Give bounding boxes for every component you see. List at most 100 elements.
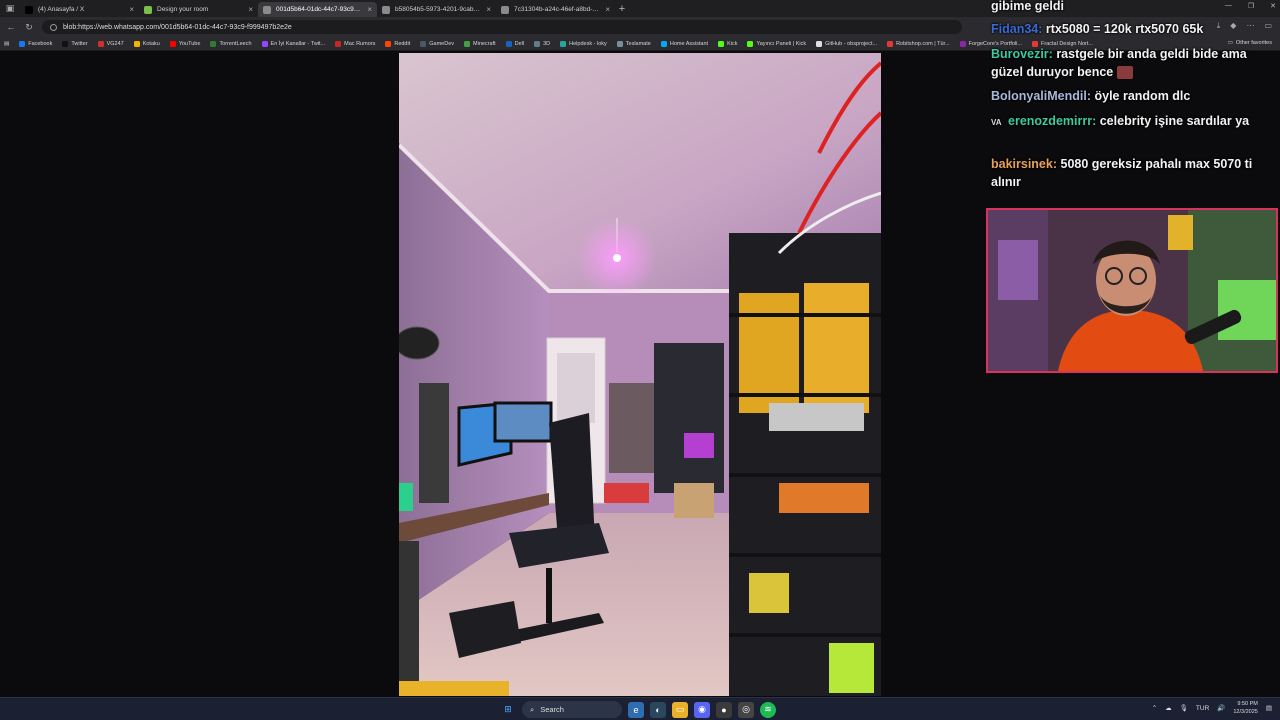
bookmark-favicon-icon	[210, 40, 217, 47]
tray-overflow-icon[interactable]: ⌃	[1152, 704, 1157, 712]
bookmark-label: TorrentLeech	[219, 40, 252, 47]
notifications-icon[interactable]: ▤	[1266, 704, 1272, 712]
new-tab-button[interactable]: +	[615, 3, 629, 15]
bookmark-item[interactable]: Robitshop.com | Tür...	[887, 40, 950, 47]
tab-title: 001d5b64-01dc-44c7-93c9-f9994...	[276, 6, 362, 13]
bookmark-label: Minecraft	[473, 40, 496, 47]
bookmark-item[interactable]: GitHub - obsproject...	[816, 40, 878, 47]
chrome-icon[interactable]: ◎	[738, 701, 754, 718]
discord-icon[interactable]: ◉	[694, 701, 710, 718]
x-logo-icon	[25, 5, 33, 14]
tab-title: Design your room	[157, 6, 209, 13]
bookmark-favicon-icon	[616, 40, 623, 47]
bookmark-label: Twitter	[71, 40, 88, 47]
bookmark-item[interactable]: Reddit	[385, 40, 410, 47]
close-tab-icon[interactable]: ×	[605, 5, 610, 14]
spotify-icon[interactable]: ≋	[760, 701, 776, 718]
volume-icon[interactable]: 🔊	[1217, 704, 1225, 712]
taskbar-search[interactable]: ⌕ Search	[522, 701, 622, 718]
bookmark-favicon-icon	[959, 40, 966, 47]
bookmark-label: Home Assistant	[669, 40, 709, 47]
bookmark-favicon-icon	[133, 40, 140, 47]
bookmark-item[interactable]: TorrentLeech	[210, 40, 252, 47]
bookmark-favicon-icon	[385, 40, 392, 47]
tab-title: (4) Anasayfa / X	[38, 6, 85, 13]
bookmark-favicon-icon	[560, 40, 567, 47]
design-app-icon	[144, 5, 152, 14]
bookmark-item[interactable]: Mac Rumors	[335, 40, 375, 47]
bookmark-item[interactable]: Facebook	[19, 40, 52, 47]
chat-message: Fidan34: rtx5080 = 120k rtx5070 65k	[991, 22, 1204, 36]
bookmark-item[interactable]: Kick	[718, 40, 738, 47]
chat-message: gibime geldi	[991, 0, 1064, 13]
bookmark-label: Teslamate	[625, 40, 651, 47]
bookmark-item[interactable]: VG247	[97, 40, 124, 47]
bookmark-favicon-icon	[169, 40, 176, 47]
url-field[interactable]: blob:https://web.whatsapp.com/001d5b64-0…	[42, 20, 962, 34]
language-indicator[interactable]: TUR	[1196, 705, 1209, 712]
browser-tab[interactable]: 7c31304b-a24c-46ef-a8bd-134f... ×	[496, 2, 615, 17]
chat-message: BolonyaliMendil: öyle random dlc	[991, 89, 1191, 103]
tab-title: 7c31304b-a24c-46ef-a8bd-134f...	[514, 6, 600, 13]
start-icon[interactable]: ⊞	[500, 702, 516, 718]
bookmark-label: Kick	[727, 40, 738, 47]
room-photo-illustration	[399, 53, 881, 696]
webcam-illustration	[988, 210, 1276, 371]
bookmark-item[interactable]: Teslamate	[616, 40, 651, 47]
bookmark-item[interactable]: Kotaku	[133, 40, 160, 47]
bookmark-item[interactable]: Helpdesk - loky	[560, 40, 607, 47]
tab-list: (4) Anasayfa / X × Design your room × 001d5b…	[20, 0, 615, 17]
steam-icon[interactable]: ◐	[650, 701, 666, 718]
back-icon[interactable]: ←	[6, 22, 16, 32]
onedrive-icon[interactable]: ☁	[1165, 704, 1172, 712]
bookmark-item[interactable]: En İyi Kanallar - Twit...	[261, 40, 326, 47]
globe-icon	[382, 5, 390, 14]
close-tab-icon[interactable]: ×	[248, 5, 253, 14]
tab-actions-icon[interactable]: ▣	[0, 0, 20, 17]
bookmark-label: GameDev	[429, 40, 455, 47]
bookmark-favicon-icon	[534, 40, 541, 47]
obs-icon[interactable]: ●	[716, 701, 732, 718]
system-tray: ⌃ ☁ 🎙 TUR 🔊 9:50 PM 12/3/2025 ▤	[1152, 700, 1272, 716]
bookmark-label: Yayıncı Paneli | Kick	[756, 40, 807, 47]
browser-tab[interactable]: b58054b5-5973-4201-9cab-0e7... ×	[377, 2, 496, 17]
file-explorer-icon[interactable]: ▭	[672, 701, 688, 718]
globe-icon	[263, 5, 271, 14]
bookmark-item[interactable]: Dell	[505, 40, 524, 47]
browser-tab[interactable]: 001d5b64-01dc-44c7-93c9-f9994... ×	[258, 2, 377, 17]
microphone-icon[interactable]: 🎙	[1180, 704, 1188, 712]
bookmark-favicon-icon	[887, 40, 894, 47]
bookmark-item[interactable]: Home Assistant	[660, 40, 709, 47]
bookmark-item[interactable]: GameDev	[420, 40, 455, 47]
bookmark-item[interactable]: YouTube	[169, 40, 200, 47]
clock[interactable]: 9:50 PM 12/3/2025	[1233, 700, 1257, 716]
bookmark-favicon-icon	[19, 40, 26, 47]
edge-icon[interactable]: e	[628, 701, 644, 718]
close-tab-icon[interactable]: ×	[367, 5, 372, 14]
bookmark-item[interactable]: 3D	[534, 40, 550, 47]
bookmark-favicon-icon	[261, 40, 268, 47]
bookmark-label: GitHub - obsproject...	[825, 40, 878, 47]
room-photo	[399, 53, 881, 696]
bookmark-favicon-icon	[816, 40, 823, 47]
bookmark-label: En İyi Kanallar - Twit...	[270, 40, 326, 47]
reload-icon[interactable]: ↻	[24, 22, 34, 33]
chat-message: Burovezir: rastgele bir anda geldi bide …	[991, 47, 1247, 80]
globe-icon	[501, 5, 509, 14]
taskbar: ⊞ ⌕ Search e ◐ ▭ ◉ ● ◎ ≋ ⌃ ☁ 🎙 TUR 🔊 9:5…	[0, 697, 1280, 720]
close-tab-icon[interactable]: ×	[486, 5, 491, 14]
browser-tab[interactable]: Design your room ×	[139, 2, 258, 17]
bookmark-favicon-icon	[718, 40, 725, 47]
bookmark-item[interactable]: Yayıncı Paneli | Kick	[747, 40, 807, 47]
bookmark-label: Kotaku	[142, 40, 160, 47]
site-info-icon[interactable]	[50, 23, 57, 31]
browser-tab[interactable]: (4) Anasayfa / X ×	[20, 2, 139, 17]
close-tab-icon[interactable]: ×	[129, 5, 134, 14]
bookmarks-menu-icon[interactable]: ▤	[4, 41, 9, 47]
bookmark-item[interactable]: Twitter	[62, 40, 88, 47]
chat-message: VA erenozdemirrr: celebrity işine sardıl…	[991, 112, 1273, 132]
webcam-feed	[986, 208, 1278, 373]
bookmark-favicon-icon	[62, 40, 69, 47]
bookmark-item[interactable]: Minecraft	[464, 40, 496, 47]
taskbar-apps: ⊞ ⌕ Search e ◐ ▭ ◉ ● ◎ ≋	[500, 701, 776, 718]
